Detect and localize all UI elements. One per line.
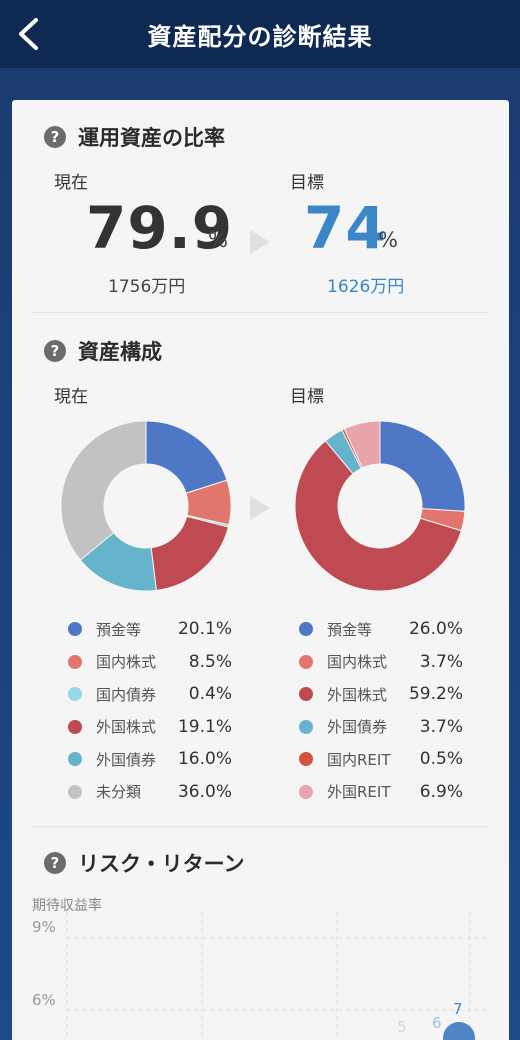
target-amount: 1626万円 [327, 277, 405, 297]
legend-value: 3.7% [419, 716, 463, 737]
arrow-right-icon [250, 496, 270, 520]
current-amount: 1756万円 [108, 277, 186, 297]
point-label-6: 6 [432, 1014, 442, 1032]
legend-row: 国内REIT 0.5% [299, 743, 463, 776]
legend-swatch [68, 687, 82, 702]
help-icon[interactable]: ? [44, 126, 66, 148]
legend-value: 26.0% [408, 619, 463, 640]
legend-name: 預金等 [327, 620, 373, 639]
target-ratio-value: 74 [304, 194, 387, 262]
legend-row: 国内株式 3.7% [299, 646, 463, 679]
composition-target-label: 目標 [290, 387, 324, 407]
legend-row: 外国債券 16.0% [68, 743, 232, 776]
target-legend: 預金等 26.0% 国内株式 3.7% 外国株式 59.2% 外国債券 3.7% 国内REIT 0… [299, 613, 463, 808]
target-allocation-donut [294, 420, 466, 592]
donut-slice-0 [379, 420, 466, 512]
legend-name: 外国REIT [327, 783, 391, 802]
legend-swatch [299, 752, 313, 767]
legend-name: 未分類 [96, 783, 142, 802]
y-tick-9: 9% [32, 918, 56, 936]
legend-row: 国内債券 0.4% [68, 678, 232, 711]
legend-value: 6.9% [419, 781, 463, 802]
legend-row: 未分類 36.0% [68, 776, 232, 809]
main-card: ? 運用資産の比率 現在 79.9 % 1756万円 目標 74 % 1626万… [12, 100, 509, 1040]
legend-name: 外国株式 [327, 685, 388, 704]
ratio-section-header: ? 運用資産の比率 [44, 122, 225, 152]
legend-value: 0.5% [419, 749, 463, 770]
legend-value: 59.2% [408, 684, 463, 705]
legend-name: 外国債券 [96, 750, 157, 769]
legend-name: 国内REIT [327, 750, 391, 769]
back-button[interactable] [8, 14, 48, 54]
legend-swatch [299, 687, 313, 702]
legend-value: 8.5% [188, 651, 232, 672]
legend-swatch [68, 622, 82, 637]
y-tick-6: 6% [32, 991, 56, 1009]
legend-row: 国内株式 8.5% [68, 646, 232, 679]
legend-name: 外国株式 [96, 718, 157, 737]
point-label-7: 7 [453, 1000, 463, 1018]
donut-slice-0 [145, 420, 228, 494]
legend-name: 預金等 [96, 620, 142, 639]
composition-section-title: 資産構成 [78, 340, 162, 364]
legend-value: 19.1% [177, 716, 232, 737]
legend-name: 国内債券 [96, 685, 157, 704]
chevron-left-icon [19, 18, 38, 50]
legend-value: 16.0% [177, 749, 232, 770]
composition-current-label: 現在 [54, 387, 88, 407]
divider [32, 826, 488, 827]
legend-swatch [68, 719, 82, 734]
legend-value: 20.1% [177, 619, 232, 640]
donut-slice-3 [150, 515, 229, 591]
donut-slice-5 [60, 420, 147, 561]
divider [32, 312, 488, 313]
risk-section-header: ? リスク・リターン [44, 848, 245, 878]
legend-value: 36.0% [177, 781, 232, 802]
legend-row: 外国株式 59.2% [299, 678, 463, 711]
top-bar: 資産配分の診断結果 [0, 0, 520, 68]
legend-swatch [68, 752, 82, 767]
legend-row: 外国REIT 6.9% [299, 776, 463, 809]
current-label: 現在 [54, 173, 88, 193]
legend-value: 3.7% [419, 651, 463, 672]
legend-row: 預金等 26.0% [299, 613, 463, 646]
legend-swatch [299, 784, 313, 799]
arrow-right-icon [250, 230, 270, 254]
legend-row: 外国債券 3.7% [299, 711, 463, 744]
help-icon[interactable]: ? [44, 852, 66, 874]
target-ratio-unit: % [378, 228, 398, 252]
legend-swatch [68, 654, 82, 669]
legend-value: 0.4% [188, 684, 232, 705]
legend-name: 外国債券 [327, 718, 388, 737]
current-allocation-donut [60, 420, 232, 592]
legend-swatch [299, 654, 313, 669]
legend-swatch [299, 622, 313, 637]
ratio-section-title: 運用資産の比率 [78, 126, 225, 150]
legend-row: 預金等 20.1% [68, 613, 232, 646]
composition-section-header: ? 資産構成 [44, 336, 162, 366]
risk-section-title: リスク・リターン [78, 852, 245, 876]
target-label: 目標 [290, 173, 324, 193]
legend-swatch [68, 784, 82, 799]
legend-row: 外国株式 19.1% [68, 711, 232, 744]
help-icon[interactable]: ? [44, 340, 66, 362]
legend-name: 国内株式 [327, 653, 388, 672]
current-legend: 預金等 20.1% 国内株式 8.5% 国内債券 0.4% 外国株式 19.1% 外国債券 16.… [68, 613, 232, 808]
current-ratio-unit: % [208, 228, 228, 252]
point-label-5: 5 [397, 1018, 407, 1036]
legend-name: 国内株式 [96, 653, 157, 672]
legend-swatch [299, 719, 313, 734]
page-title: 資産配分の診断結果 [147, 22, 373, 51]
